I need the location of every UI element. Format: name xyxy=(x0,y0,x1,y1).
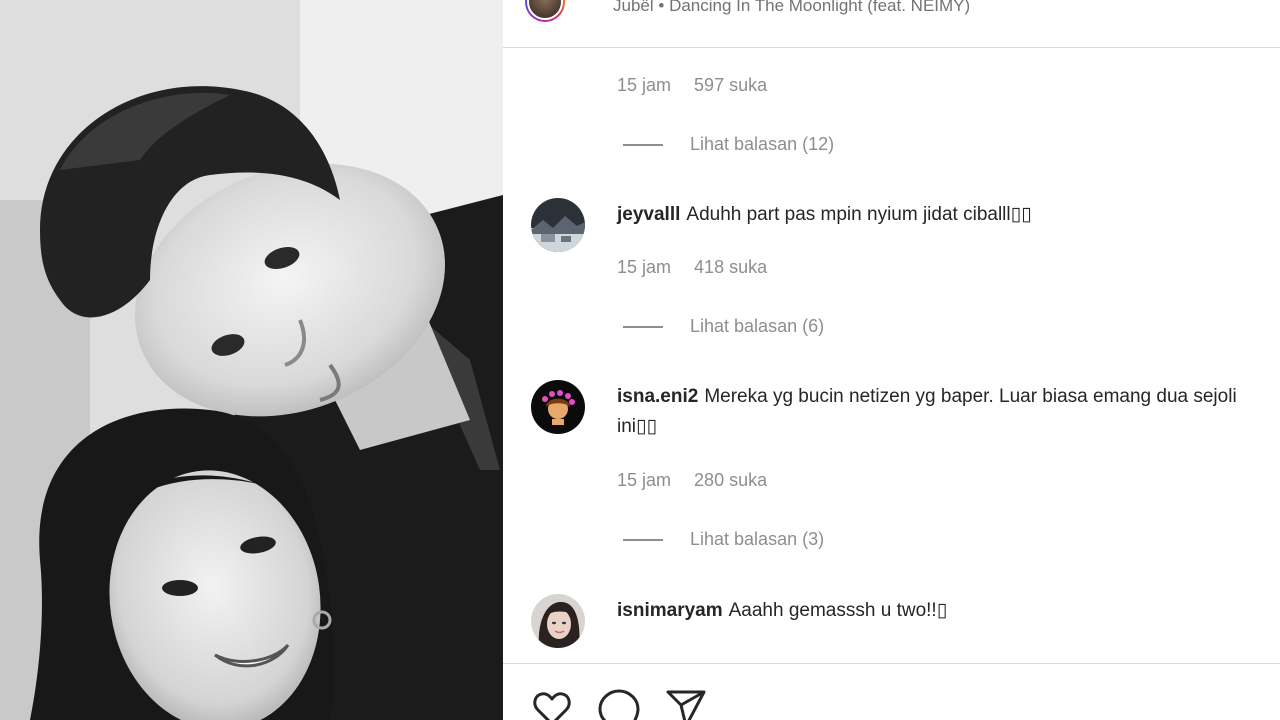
comment-icon[interactable] xyxy=(598,688,640,720)
comment-time[interactable]: 15 jam xyxy=(617,257,671,277)
photo-illustration xyxy=(0,0,503,720)
comment-username[interactable]: isna.eni2 xyxy=(617,386,698,407)
comment-time[interactable]: 15 jam xyxy=(617,470,671,490)
view-replies-button[interactable]: Lihat balasan (3) xyxy=(623,529,824,550)
comment-meta: 15 jam 280 suka xyxy=(617,470,785,491)
commenter-avatar[interactable] xyxy=(531,380,585,434)
action-bar xyxy=(503,663,1280,720)
comment-likes[interactable]: 418 suka xyxy=(694,257,767,277)
comment-text: Aaahh gemasssh u two!!▯ xyxy=(728,600,948,621)
commenter-avatar[interactable] xyxy=(531,198,585,252)
view-replies-button[interactable]: Lihat balasan (12) xyxy=(623,134,834,155)
audio-separator: • xyxy=(658,0,665,15)
replies-divider xyxy=(623,326,663,329)
view-replies-label: Lihat balasan (12) xyxy=(690,134,835,154)
comment-username[interactable]: isnimaryam xyxy=(617,600,723,621)
post-photo[interactable] xyxy=(0,0,503,720)
replies-divider xyxy=(623,539,663,542)
author-avatar[interactable] xyxy=(525,0,565,22)
view-replies-label: Lihat balasan (3) xyxy=(690,529,825,549)
view-replies-button[interactable]: Lihat balasan (6) xyxy=(623,316,824,337)
replies-divider xyxy=(623,144,663,147)
comment-likes[interactable]: 280 suka xyxy=(694,470,767,490)
audio-title: Dancing In The Moonlight (feat. NEIMY) xyxy=(669,0,971,15)
commenter-avatar[interactable] xyxy=(531,594,585,648)
heart-icon[interactable] xyxy=(531,688,573,720)
instagram-post: Jubël • Dancing In The Moonlight (feat. … xyxy=(0,0,1280,720)
send-icon[interactable] xyxy=(665,688,707,720)
audio-attribution[interactable]: Jubël • Dancing In The Moonlight (feat. … xyxy=(613,0,970,16)
comment-meta: 15 jam 418 suka xyxy=(617,257,785,278)
comment-text: Aduhh part pas mpin nyium jidat ciballl▯… xyxy=(686,204,1032,225)
comments-panel: Jubël • Dancing In The Moonlight (feat. … xyxy=(503,0,1280,720)
comment-time[interactable]: 15 jam xyxy=(617,75,671,95)
comment-text-block: isna.eni2 Mereka yg bucin netizen yg bape… xyxy=(617,382,1267,442)
comment-text: Mereka yg bucin netizen yg baper. Luar b… xyxy=(617,386,1237,437)
audio-artist: Jubël xyxy=(613,0,654,15)
view-replies-label: Lihat balasan (6) xyxy=(690,316,825,336)
post-header: Jubël • Dancing In The Moonlight (feat. … xyxy=(503,0,1280,48)
comment-likes[interactable]: 597 suka xyxy=(694,75,767,95)
comment-text-block: jeyvalll Aduhh part pas mpin nyium jidat … xyxy=(617,200,1267,230)
comment-meta: 15 jam 597 suka xyxy=(617,75,785,96)
comment-text-block: isnimaryam Aaahh gemasssh u two!!▯ xyxy=(617,596,1267,626)
comment-username[interactable]: jeyvalll xyxy=(617,204,680,225)
